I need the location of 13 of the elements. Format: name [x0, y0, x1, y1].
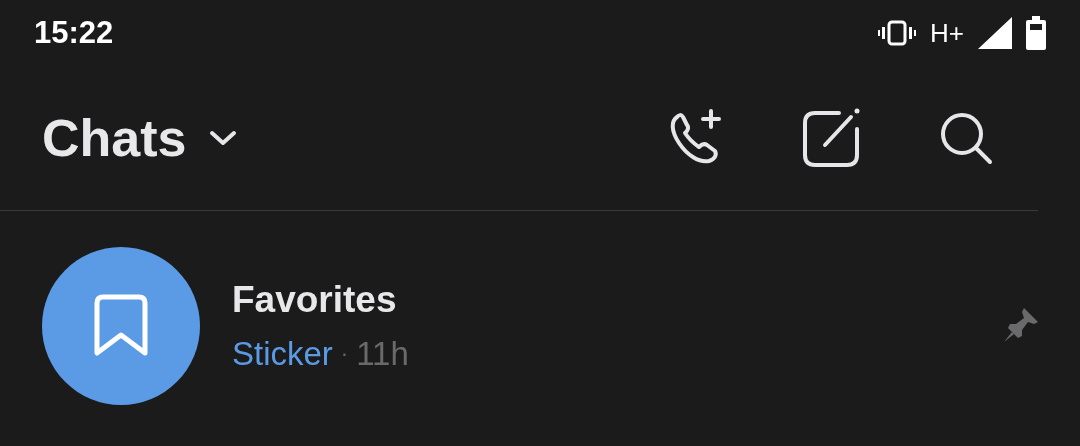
search-icon — [938, 110, 994, 166]
network-type: H+ — [930, 17, 964, 49]
clock-time: 15:22 — [34, 15, 114, 51]
chevron-down-icon — [208, 129, 239, 147]
message-time: 11h — [356, 335, 409, 373]
vibrate-icon — [878, 20, 917, 46]
separator-dot: · — [340, 341, 349, 367]
chat-name: Favorites — [232, 279, 398, 321]
chats-title-dropdown[interactable]: Chats — [42, 108, 239, 168]
battery-icon — [1026, 16, 1046, 50]
message-preview: Sticker — [232, 335, 333, 373]
bookmark-icon — [93, 293, 149, 359]
signal-icon — [978, 17, 1012, 49]
